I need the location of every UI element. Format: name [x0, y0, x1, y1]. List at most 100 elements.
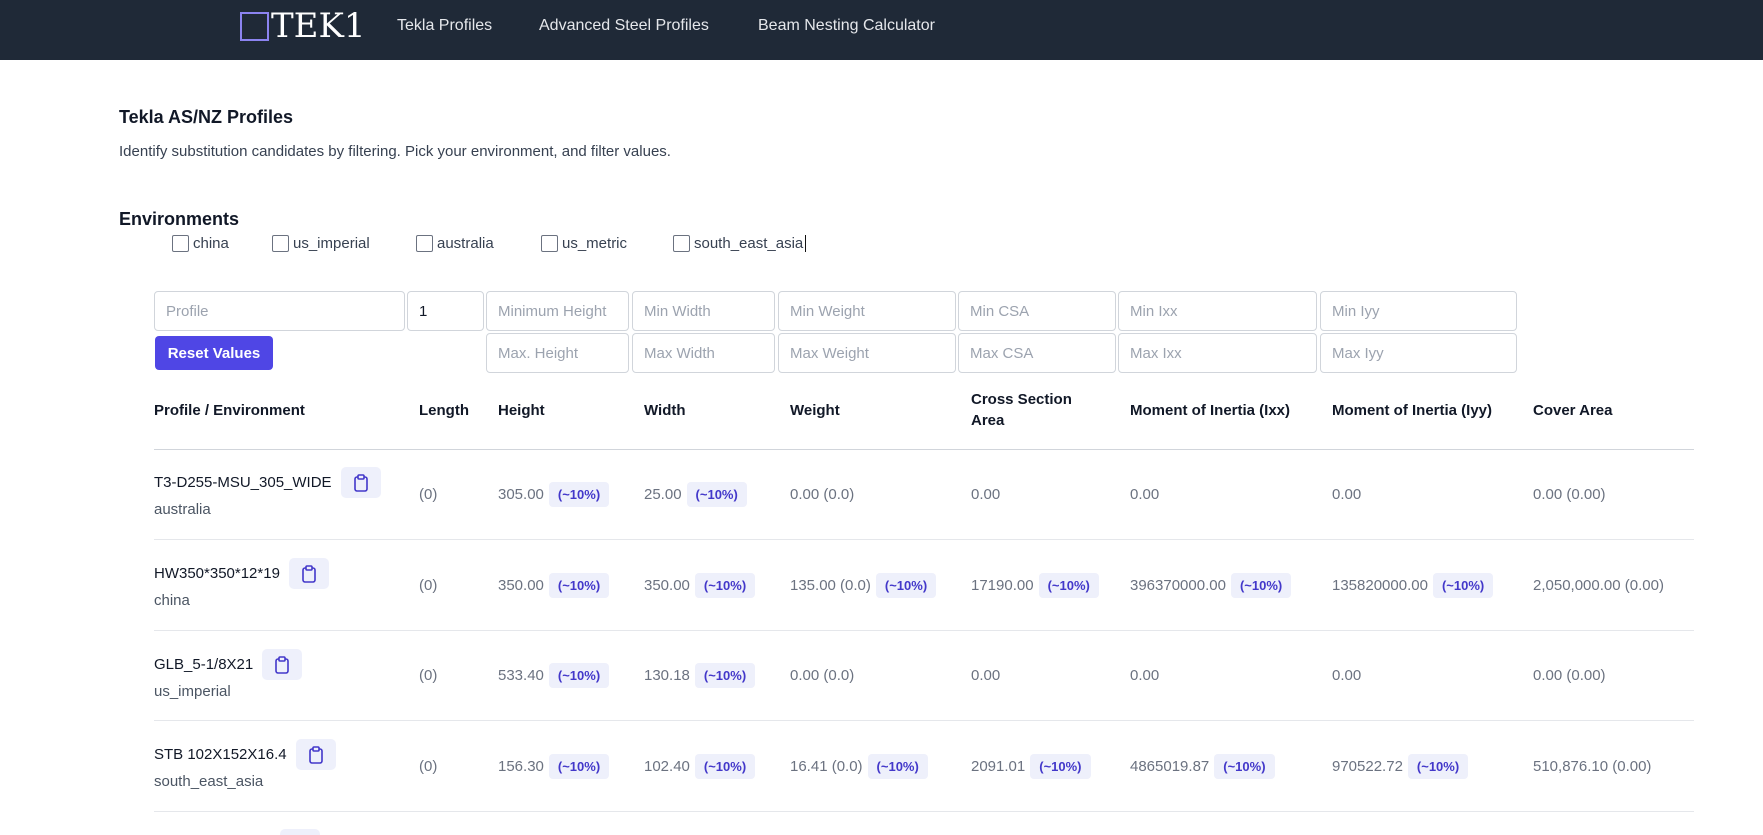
env-label-australia: australia	[437, 235, 494, 252]
max-ixx-input[interactable]	[1118, 333, 1317, 373]
env-option-us-metric[interactable]: us_metric	[541, 235, 627, 252]
table-header-divider	[154, 449, 1694, 450]
ixx-value: 396370000.00	[1130, 576, 1226, 594]
max-weight-input[interactable]	[778, 333, 956, 373]
max-width-input[interactable]	[632, 333, 775, 373]
height-cell: 305.00 (~10%)	[498, 481, 610, 507]
nav-advanced-steel-profiles[interactable]: Advanced Steel Profiles	[539, 17, 709, 35]
tolerance-badge[interactable]: (~10%)	[548, 662, 610, 688]
header-profile-environment: Profile / Environment	[154, 402, 305, 419]
max-iyy-input[interactable]	[1320, 333, 1517, 373]
min-csa-input[interactable]	[958, 291, 1116, 331]
row-divider	[154, 630, 1694, 631]
header-ixx: Moment of Inertia (Ixx)	[1130, 402, 1291, 419]
env-checkbox-australia[interactable]	[416, 235, 433, 252]
env-checkbox-us-imperial[interactable]	[272, 235, 289, 252]
copy-profile-button[interactable]	[262, 649, 303, 680]
row-divider	[154, 720, 1694, 721]
tolerance-badge[interactable]: (~10%)	[1038, 572, 1099, 598]
tolerance-badge[interactable]: (~10%)	[694, 753, 756, 779]
env-checkbox-china[interactable]	[172, 235, 189, 252]
profile-environment: china	[154, 592, 190, 609]
cover-area-cell: 0.00 (0.00)	[1533, 485, 1606, 503]
profile-name: HW350*350*12*19	[154, 565, 280, 582]
top-navbar: TEK1 Tekla Profiles Advanced Steel Profi…	[0, 0, 1763, 60]
height-cell: 350.00 (~10%)	[498, 572, 610, 598]
tolerance-badge[interactable]: (~10%)	[1230, 572, 1292, 598]
tolerance-badge[interactable]: (~10%)	[1214, 753, 1275, 779]
nav-tekla-profiles[interactable]: Tekla Profiles	[397, 17, 492, 35]
env-option-australia[interactable]: australia	[416, 235, 494, 252]
header-weight: Weight	[790, 402, 840, 419]
height-value: 350.00	[498, 576, 544, 594]
reset-values-button[interactable]: Reset Values	[155, 336, 273, 370]
tolerance-badge[interactable]: (~10%)	[548, 572, 610, 598]
width-value: 350.00	[644, 576, 690, 594]
tolerance-badge[interactable]: (~10%)	[686, 481, 747, 507]
height-cell: 533.40 (~10%)	[498, 662, 610, 688]
ixx-cell: 0.00	[1130, 485, 1160, 503]
min-height-input[interactable]	[486, 291, 629, 331]
csa-cell: 17190.00 (~10%)	[971, 572, 1099, 598]
env-option-china[interactable]: china	[172, 235, 229, 252]
min-iyy-input[interactable]	[1320, 291, 1517, 331]
env-label-us-imperial: us_imperial	[293, 235, 370, 252]
env-checkbox-south-east-asia[interactable]	[673, 235, 690, 252]
tolerance-badge[interactable]: (~10%)	[694, 662, 756, 688]
max-csa-input[interactable]	[958, 333, 1116, 373]
width-cell: 102.40 (~10%)	[644, 753, 756, 779]
nav-beam-nesting-calculator[interactable]: Beam Nesting Calculator	[758, 17, 935, 35]
env-option-us-imperial[interactable]: us_imperial	[272, 235, 370, 252]
tolerance-badge[interactable]: (~10%)	[1030, 753, 1091, 779]
header-cross-section-area: Cross Section Area	[971, 389, 1072, 431]
height-cell: 156.30 (~10%)	[498, 753, 610, 779]
height-value: 533.40	[498, 666, 544, 684]
logo-square-icon	[240, 11, 269, 41]
max-height-input[interactable]	[486, 333, 629, 373]
text-caret	[805, 235, 807, 252]
page-title: Tekla AS/NZ Profiles	[119, 107, 294, 127]
csa-value: 17190.00	[971, 576, 1034, 594]
tolerance-badge[interactable]: (~10%)	[1432, 572, 1494, 598]
logo-text: TEK1	[271, 6, 366, 46]
profile-name-cell: T3-D255-MSU_305_WIDE	[154, 467, 381, 498]
profile-name: GLB_5-1/8X21	[154, 656, 254, 673]
cover-area-cell: 510,876.10 (0.00)	[1533, 757, 1652, 775]
min-weight-input[interactable]	[778, 291, 956, 331]
weight-cell: 16.41 (0.0) (~10%)	[790, 753, 928, 779]
env-checkbox-us-metric[interactable]	[541, 235, 558, 252]
csa-value: 2091.01	[971, 757, 1026, 775]
tolerance-badge[interactable]: (~10%)	[548, 481, 610, 507]
tolerance-badge[interactable]: (~10%)	[1407, 753, 1469, 779]
tolerance-badge[interactable]: (~10%)	[867, 753, 928, 779]
min-width-input[interactable]	[632, 291, 775, 331]
tolerance-badge[interactable]: (~10%)	[875, 572, 937, 598]
header-cover-area: Cover Area	[1533, 402, 1613, 419]
width-value: 102.40	[644, 757, 690, 775]
profile-environment: south_east_asia	[154, 773, 264, 790]
clipboard-icon	[275, 655, 290, 674]
iyy-cell: 970522.72 (~10%)	[1332, 753, 1469, 779]
min-ixx-input[interactable]	[1118, 291, 1317, 331]
tolerance-badge[interactable]: (~10%)	[694, 572, 756, 598]
weight-value: 135.00 (0.0)	[790, 576, 871, 594]
copy-profile-button[interactable]	[340, 467, 381, 498]
length-input[interactable]	[407, 291, 484, 331]
iyy-cell: 0.00	[1332, 666, 1362, 684]
length-cell: (0)	[419, 485, 438, 503]
cover-area-cell: 0.00 (0.00)	[1533, 666, 1606, 684]
weight-cell: 0.00 (0.0)	[790, 666, 855, 684]
width-value: 130.18	[644, 666, 690, 684]
copy-profile-button[interactable]	[288, 558, 329, 589]
height-value: 156.30	[498, 757, 544, 775]
logo[interactable]: TEK1	[240, 9, 366, 43]
profile-filter-input[interactable]	[154, 291, 405, 331]
profile-environment: us_imperial	[154, 683, 231, 700]
ixx-cell: 0.00	[1130, 666, 1160, 684]
tolerance-badge[interactable]: (~10%)	[548, 753, 610, 779]
copy-profile-button-partial[interactable]	[280, 829, 320, 835]
header-csa-line1: Cross Section	[971, 391, 1072, 408]
copy-profile-button[interactable]	[295, 739, 336, 770]
header-csa-line2: Area	[971, 412, 1005, 429]
env-option-south-east-asia[interactable]: south_east_asia	[673, 235, 807, 252]
